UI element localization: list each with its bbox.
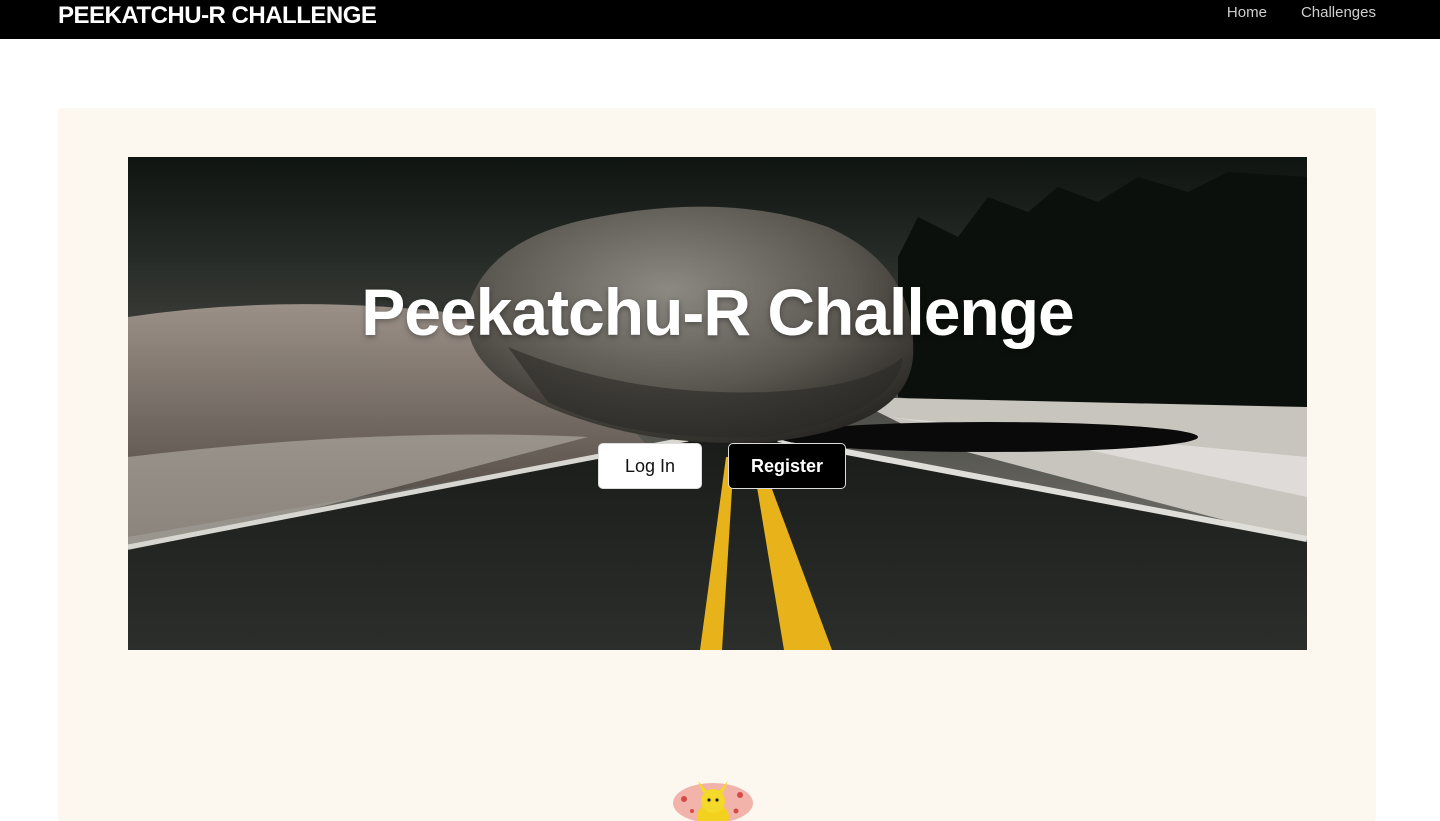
top-navbar: PEEKATCHU-R CHALLENGE Home Challenges xyxy=(0,0,1440,39)
brand-link[interactable]: PEEKATCHU-R CHALLENGE xyxy=(58,2,377,30)
nav-menu: Home Challenges xyxy=(1227,5,1376,21)
nav-home-link[interactable]: Home xyxy=(1227,5,1267,21)
login-button[interactable]: Log In xyxy=(598,443,702,489)
register-button[interactable]: Register xyxy=(728,443,846,489)
pikachu-mascot-image xyxy=(670,781,756,821)
hero-title: Peekatchu-R Challenge xyxy=(361,275,1075,349)
hero-background-image xyxy=(128,157,1307,650)
nav-challenges-link[interactable]: Challenges xyxy=(1301,5,1376,21)
hero-banner: Peekatchu-R Challenge Log In Register xyxy=(128,157,1307,650)
pikachu-icon xyxy=(673,781,753,821)
